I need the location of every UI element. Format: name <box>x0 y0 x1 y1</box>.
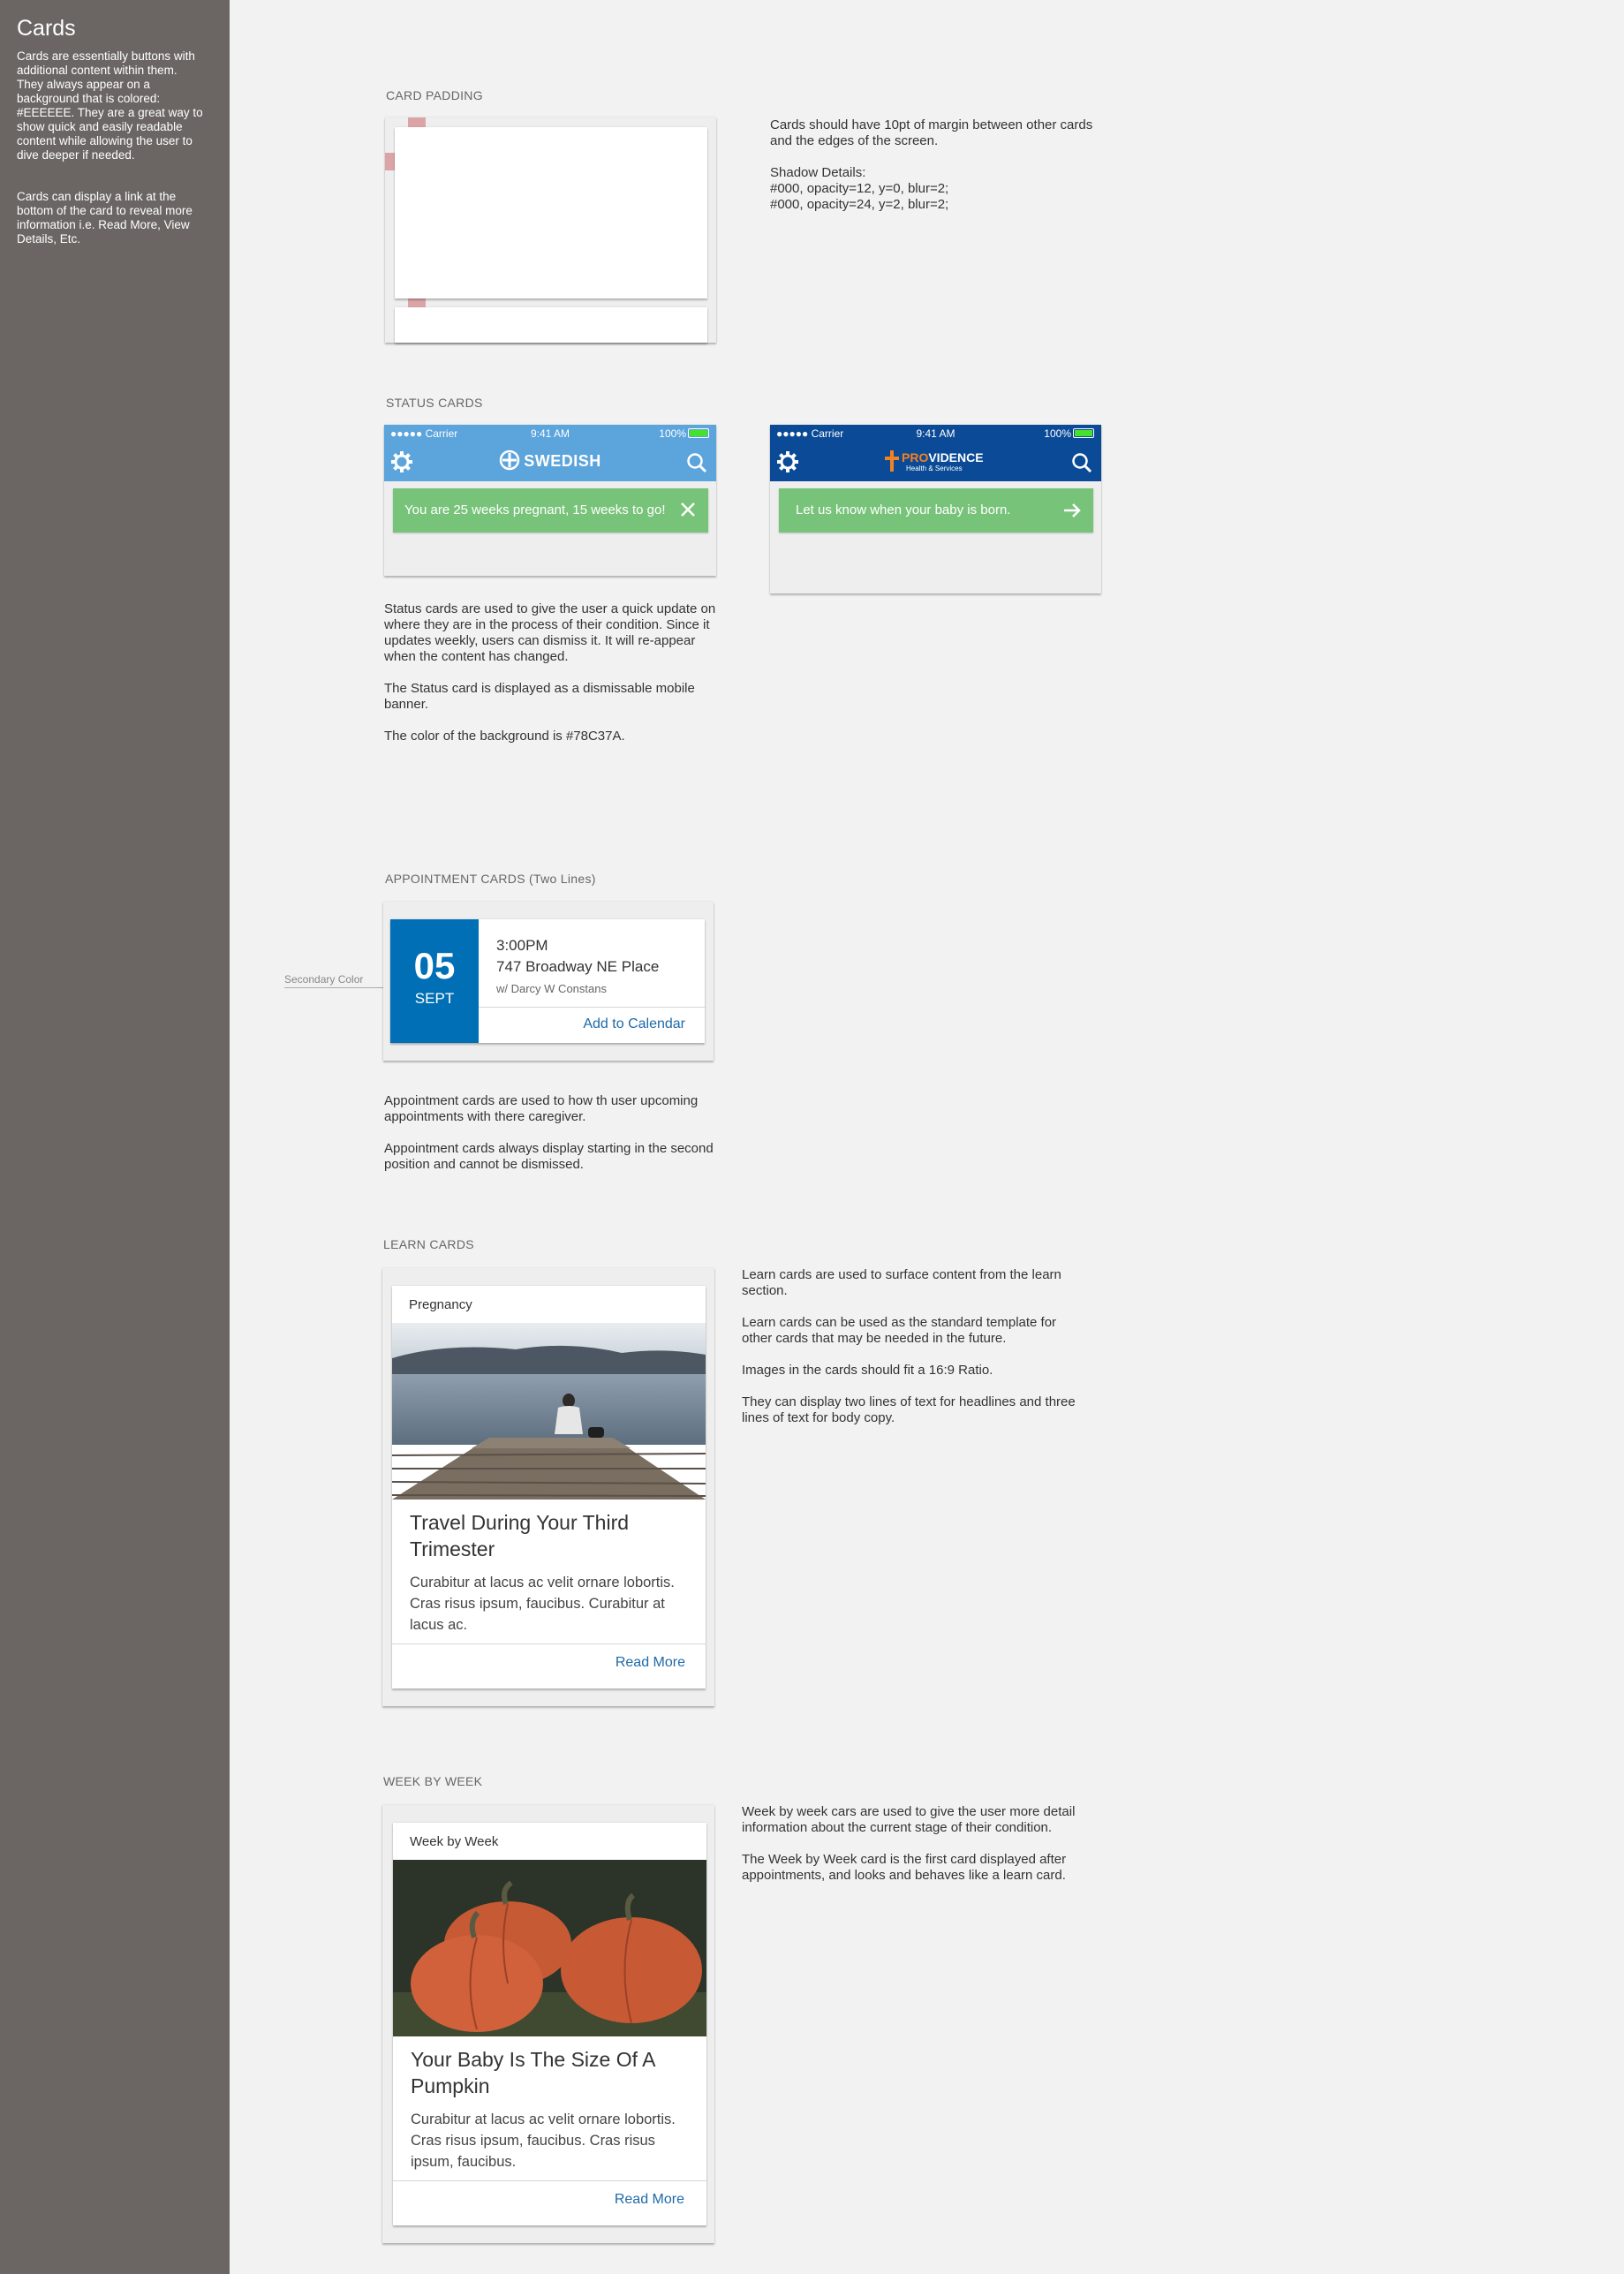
learn-card-body: Curabitur at lacus ac velit ornare lobor… <box>410 1575 675 1633</box>
status-cards-description: Status cards are used to give the user a… <box>384 601 716 744</box>
learn-card-headline: Travel During Your Third Trimester <box>410 1511 630 1560</box>
week-frame: Week by Week Your Baby Is The Size Of A … <box>382 1805 714 2243</box>
search-icon[interactable] <box>1071 452 1092 473</box>
sidebar-title: Cards <box>17 16 76 41</box>
appointment-day: 05 <box>413 945 456 986</box>
learn-card-category: Pregnancy <box>409 1297 472 1312</box>
close-icon[interactable] <box>678 500 698 519</box>
divider <box>479 1007 705 1008</box>
battery-indicator: 100% <box>659 427 709 440</box>
appointment-caregiver: w/ Darcy W Constans <box>496 982 607 995</box>
dock-lake-image <box>392 1323 706 1500</box>
providence-navbar: PROVIDENCE Health & Services <box>770 441 1101 481</box>
section-title-appointment-cards: APPOINTMENT CARDS (Two Lines) <box>385 872 596 886</box>
week-card-body: Curabitur at lacus ac velit ornare lobor… <box>411 2112 676 2170</box>
week-by-week-card[interactable]: Week by Week Your Baby Is The Size Of A … <box>393 1823 706 2225</box>
appointment-card[interactable]: 05 SEPT 3:00PM 747 Broadway NE Place w/ … <box>390 919 705 1043</box>
section-title-week-by-week: WEEK BY WEEK <box>383 1774 483 1788</box>
arrow-right-icon[interactable] <box>1061 500 1083 521</box>
appointment-frame: 05 SEPT 3:00PM 747 Broadway NE Place w/ … <box>383 902 714 1061</box>
week-card-headline: Your Baby Is The Size Of A Pumpkin <box>411 2048 655 2097</box>
swedish-logo-icon <box>499 450 520 471</box>
secondary-color-annotation: Secondary Color <box>284 973 364 986</box>
padding-marker-left <box>385 153 395 170</box>
battery-icon <box>1073 428 1094 438</box>
add-to-calendar-link[interactable]: Add to Calendar <box>583 1016 685 1032</box>
appointment-month: SEPT <box>414 990 455 1007</box>
providence-logo: PROVIDENCE Health & Services <box>885 449 991 475</box>
sample-card-next <box>395 307 707 343</box>
sidebar-link-note: Cards can display a link at the bottom o… <box>17 190 193 246</box>
status-banner-swedish[interactable]: You are 25 weeks pregnant, 15 weeks to g… <box>393 488 708 533</box>
annotation-line <box>284 987 390 988</box>
providence-cross-icon <box>885 450 899 472</box>
battery-icon <box>688 428 709 438</box>
status-banner-message: Let us know when your baby is born. <box>796 502 1011 518</box>
week-by-week-description: Week by week cars are used to give the u… <box>742 1804 1076 1883</box>
appointment-date-block: 05 SEPT <box>390 919 479 1043</box>
section-title-card-padding: CARD PADDING <box>386 88 483 102</box>
providence-status-frame: ●●●●● Carrier 9:41 AM 100% PROVIDENCE He… <box>770 425 1101 593</box>
settings-gear-icon[interactable] <box>776 450 799 473</box>
sidebar-intro: Cards are essentially buttons with addit… <box>17 49 203 162</box>
status-banner-providence[interactable]: Let us know when your baby is born. <box>779 488 1093 533</box>
week-card-category: Week by Week <box>410 1834 499 1849</box>
divider <box>393 2180 706 2181</box>
padding-marker-between <box>408 298 426 307</box>
search-icon[interactable] <box>686 452 707 473</box>
battery-indicator: 100% <box>1044 427 1094 440</box>
status-bar: ●●●●● Carrier 9:41 AM 100% <box>384 425 716 441</box>
divider <box>392 1643 706 1644</box>
learn-card[interactable]: Pregnancy Travel During Your Third Trime… <box>392 1286 706 1689</box>
swedish-status-frame: ●●●●● Carrier 9:41 AM 100% SWEDISH You a… <box>384 425 716 576</box>
card-padding-frame <box>385 117 716 343</box>
read-more-link[interactable]: Read More <box>615 2192 684 2208</box>
pumpkins-image <box>393 1860 706 2036</box>
sample-card <box>395 127 707 298</box>
appointment-description: Appointment cards are used to how th use… <box>384 1093 714 1172</box>
swedish-navbar: SWEDISH <box>384 441 716 481</box>
swedish-logo: SWEDISH <box>384 450 716 471</box>
appointment-time: 3:00PM <box>496 937 548 954</box>
learn-frame: Pregnancy Travel During Your Third Trime… <box>382 1268 714 1706</box>
section-title-status-cards: STATUS CARDS <box>386 396 483 410</box>
padding-marker-top <box>408 117 426 127</box>
section-title-learn-cards: LEARN CARDS <box>383 1237 474 1251</box>
status-banner-message: You are 25 weeks pregnant, 15 weeks to g… <box>404 502 666 518</box>
card-padding-description: Cards should have 10pt of margin between… <box>770 117 1093 212</box>
read-more-link[interactable]: Read More <box>616 1655 685 1671</box>
sidebar: Cards Cards are essentially buttons with… <box>0 0 230 2274</box>
learn-cards-description: Learn cards are used to surface content … <box>742 1267 1076 1425</box>
status-bar: ●●●●● Carrier 9:41 AM 100% <box>770 425 1101 441</box>
appointment-place: 747 Broadway NE Place <box>496 958 660 975</box>
